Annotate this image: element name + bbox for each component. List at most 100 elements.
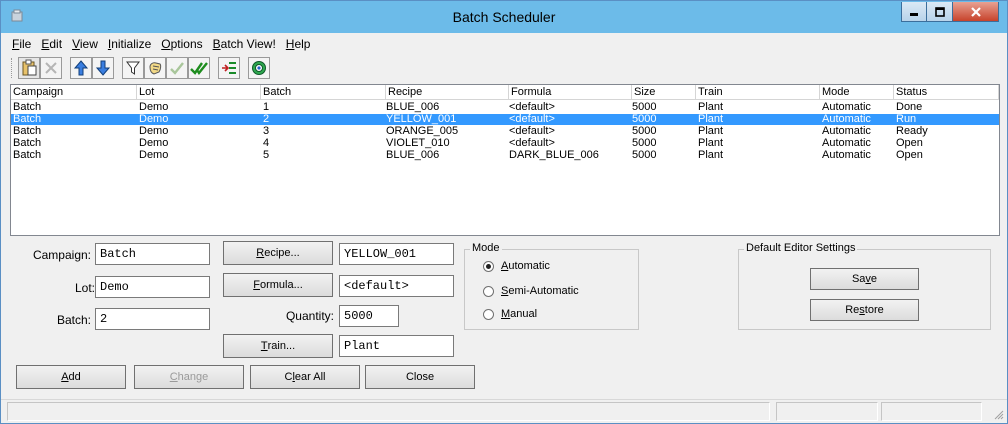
- clear-label-post: ear All: [294, 371, 326, 383]
- cell-size: 5000: [632, 125, 657, 137]
- target-button[interactable]: [248, 57, 270, 79]
- minimize-button[interactable]: [901, 2, 927, 22]
- recipe-field[interactable]: YELLOW_001: [339, 243, 454, 265]
- recipe-button-label: ecipe...: [264, 247, 300, 259]
- recipe-button[interactable]: Recipe...: [223, 241, 333, 265]
- default-editor-settings-group: Default Editor Settings Sa v e Re s tore: [738, 242, 991, 330]
- column-header-formula[interactable]: Formula: [509, 85, 632, 100]
- menu-options[interactable]: Options: [156, 34, 207, 54]
- table-row[interactable]: Batch Demo 4 VIOLET_010 <default> 5000 P…: [11, 137, 999, 149]
- list-header: Campaign Lot Batch Recipe Formula Size T…: [11, 85, 999, 100]
- train-button-mnemonic: T: [260, 340, 268, 352]
- move-down-button[interactable]: [92, 57, 114, 79]
- table-row-selected[interactable]: Batch Demo 2 YELLOW_001 <default> 5000 P…: [11, 113, 999, 125]
- campaign-field[interactable]: Batch: [95, 243, 210, 265]
- menu-options-mnemonic: O: [161, 37, 171, 51]
- move-up-icon: [73, 60, 89, 76]
- maximize-icon: [934, 6, 945, 17]
- mode-semi-automatic-radio[interactable]: Semi-Automatic: [483, 285, 579, 297]
- cell-train: Plant: [698, 101, 724, 113]
- cell-batch: 2: [263, 113, 270, 125]
- radio-checked-icon: [483, 260, 494, 272]
- formula-field[interactable]: <default>: [339, 275, 454, 297]
- maximize-button[interactable]: [927, 2, 953, 22]
- add-label: dd: [68, 371, 81, 383]
- move-up-button[interactable]: [70, 57, 92, 79]
- lot-field[interactable]: Demo: [95, 276, 210, 298]
- status-panel-main: [7, 402, 770, 421]
- menu-batch-view[interactable]: Batch View!: [208, 34, 281, 54]
- title-bar[interactable]: Batch Scheduler: [1, 1, 1007, 33]
- status-panel-2: [776, 402, 878, 421]
- radio-unchecked-icon: [483, 308, 494, 320]
- menu-initialize[interactable]: Initialize: [103, 34, 156, 54]
- table-row[interactable]: Batch Demo 3 ORANGE_005 <default> 5000 P…: [11, 125, 999, 137]
- menu-view[interactable]: View: [67, 34, 103, 54]
- cell-campaign: Batch: [13, 101, 42, 113]
- approve-button[interactable]: [166, 57, 188, 79]
- approve-all-button[interactable]: [188, 57, 210, 79]
- list-arrow-icon: [222, 62, 236, 74]
- table-row[interactable]: Batch Demo 1 BLUE_006 <default> 5000 Pla…: [11, 101, 999, 113]
- formula-button[interactable]: Formula...: [223, 273, 333, 297]
- filter-button[interactable]: [122, 57, 144, 79]
- menu-file[interactable]: File: [7, 34, 36, 54]
- mode-automatic-radio[interactable]: Automatic: [483, 260, 550, 272]
- menu-batch-view-label: atch View!: [220, 37, 276, 51]
- column-header-lot[interactable]: Lot: [137, 85, 261, 100]
- batch-label: Batch:: [56, 313, 91, 327]
- cell-size: 5000: [632, 137, 657, 149]
- clear-all-button[interactable]: Cl ear All: [250, 365, 360, 389]
- train-field[interactable]: Plant: [339, 335, 454, 357]
- menu-batch-view-mnemonic: B: [212, 37, 221, 51]
- cell-status: Open: [896, 137, 923, 149]
- cell-lot: Demo: [139, 125, 169, 137]
- close-window-button[interactable]: [953, 2, 999, 22]
- add-button[interactable]: Add: [16, 365, 126, 389]
- column-header-recipe[interactable]: Recipe: [386, 85, 509, 100]
- resize-grip-icon[interactable]: [994, 410, 1004, 420]
- column-header-status[interactable]: Status: [894, 85, 999, 100]
- cell-train: Plant: [698, 125, 724, 137]
- menu-file-label: ile: [19, 37, 32, 51]
- train-button-label: rain...: [267, 340, 296, 352]
- column-header-campaign[interactable]: Campaign: [11, 85, 137, 100]
- hand-button[interactable]: [144, 57, 166, 79]
- batch-field[interactable]: 2: [95, 308, 210, 330]
- radio-unchecked-icon: [483, 285, 494, 297]
- delete-button[interactable]: [40, 57, 62, 79]
- menu-help-label: elp: [294, 37, 311, 51]
- cell-lot: Demo: [139, 101, 169, 113]
- train-button[interactable]: Train...: [223, 334, 333, 358]
- close-icon: [970, 6, 981, 17]
- change-mnemonic: C: [169, 371, 178, 383]
- column-header-batch[interactable]: Batch: [261, 85, 386, 100]
- menu-edit[interactable]: Edit: [36, 34, 67, 54]
- toolbar-grip[interactable]: [11, 58, 14, 78]
- menu-initialize-label: nitialize: [111, 37, 152, 51]
- close-button[interactable]: Close: [365, 365, 475, 389]
- cell-mode: Automatic: [822, 137, 871, 149]
- column-header-size[interactable]: Size: [632, 85, 696, 100]
- list-arrow-button[interactable]: [218, 57, 240, 79]
- restore-settings-button[interactable]: Re s tore: [810, 299, 919, 321]
- quantity-field[interactable]: 5000: [339, 305, 399, 327]
- column-header-train[interactable]: Train: [696, 85, 820, 100]
- paste-button[interactable]: [18, 57, 40, 79]
- cell-recipe: BLUE_006: [386, 149, 440, 161]
- cell-formula: <default>: [509, 101, 555, 113]
- cell-recipe: ORANGE_005: [386, 125, 459, 137]
- clear-label-pre: C: [284, 371, 293, 383]
- save-settings-button[interactable]: Sa v e: [810, 268, 919, 290]
- cell-train: Plant: [698, 149, 724, 161]
- change-button[interactable]: Change: [134, 365, 244, 389]
- menu-edit-label: dit: [49, 37, 63, 51]
- cell-campaign: Batch: [13, 137, 42, 149]
- table-row[interactable]: Batch Demo 5 BLUE_006 DARK_BLUE_006 5000…: [11, 149, 999, 161]
- menu-help[interactable]: Help: [281, 34, 316, 54]
- column-header-mode[interactable]: Mode: [820, 85, 894, 100]
- filter-icon: [126, 61, 140, 75]
- cell-status: Run: [896, 113, 917, 125]
- batch-list[interactable]: Campaign Lot Batch Recipe Formula Size T…: [10, 84, 1000, 236]
- mode-manual-radio[interactable]: Manual: [483, 308, 537, 320]
